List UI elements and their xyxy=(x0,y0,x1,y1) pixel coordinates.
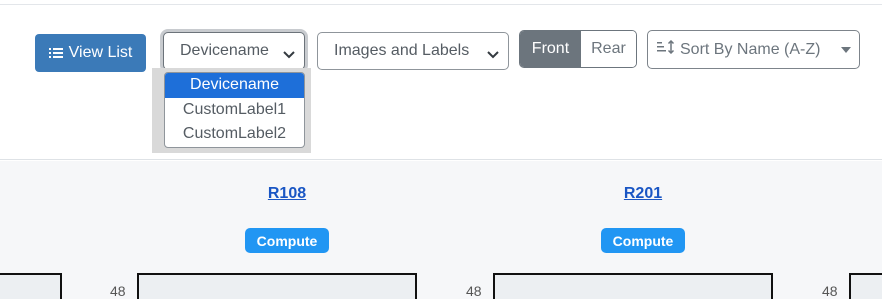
rack-frame[interactable] xyxy=(137,273,417,299)
device-option-customlabel1[interactable]: CustomLabel1 xyxy=(165,98,304,123)
rack-elevation-area: R108 Compute 48 R201 Compute 48 48 xyxy=(0,161,882,299)
sort-dropdown-button[interactable]: Sort By Name (A-Z) xyxy=(647,30,860,69)
device-label-dropdown-backdrop: Devicename CustomLabel1 CustomLabel2 xyxy=(152,68,311,153)
display-mode-select-value: Images and Labels xyxy=(334,42,470,59)
rack-toolbar: View List Devicename Images and Labels F… xyxy=(0,5,882,160)
view-list-label: View List xyxy=(68,44,133,61)
display-mode-select[interactable]: Images and Labels xyxy=(317,32,509,70)
rack-name-link[interactable]: R201 xyxy=(593,185,693,203)
rack-unit-number: 48 xyxy=(110,283,126,299)
device-option-devicename[interactable]: Devicename xyxy=(165,73,304,98)
chevron-down-icon xyxy=(487,46,499,64)
rack-name-link[interactable]: R108 xyxy=(237,185,337,203)
device-option-customlabel2[interactable]: CustomLabel2 xyxy=(165,122,304,147)
view-list-button[interactable]: View List xyxy=(35,34,146,72)
rack-role-badge: Compute xyxy=(601,228,685,253)
rack-role-badge: Compute xyxy=(245,228,329,253)
device-label-select[interactable]: Devicename xyxy=(163,32,305,70)
sort-label: Sort By Name (A-Z) xyxy=(680,40,821,58)
rack-unit-number: 48 xyxy=(466,283,482,299)
rack-frame[interactable] xyxy=(493,273,773,299)
front-face-button[interactable]: Front xyxy=(520,31,581,67)
rack-face-toggle: Front Rear xyxy=(519,30,637,68)
caret-down-icon xyxy=(841,47,851,53)
chevron-down-icon xyxy=(283,46,295,64)
rack-frame-partial-right xyxy=(849,273,882,299)
rack-unit-number: 48 xyxy=(822,283,838,299)
rack-frame-partial-left xyxy=(0,273,62,299)
device-label-select-value: Devicename xyxy=(180,42,269,59)
list-icon xyxy=(48,47,63,59)
device-label-dropdown-list: Devicename CustomLabel1 CustomLabel2 xyxy=(164,72,305,148)
rear-face-button[interactable]: Rear xyxy=(580,31,636,67)
sort-icon xyxy=(657,39,675,59)
